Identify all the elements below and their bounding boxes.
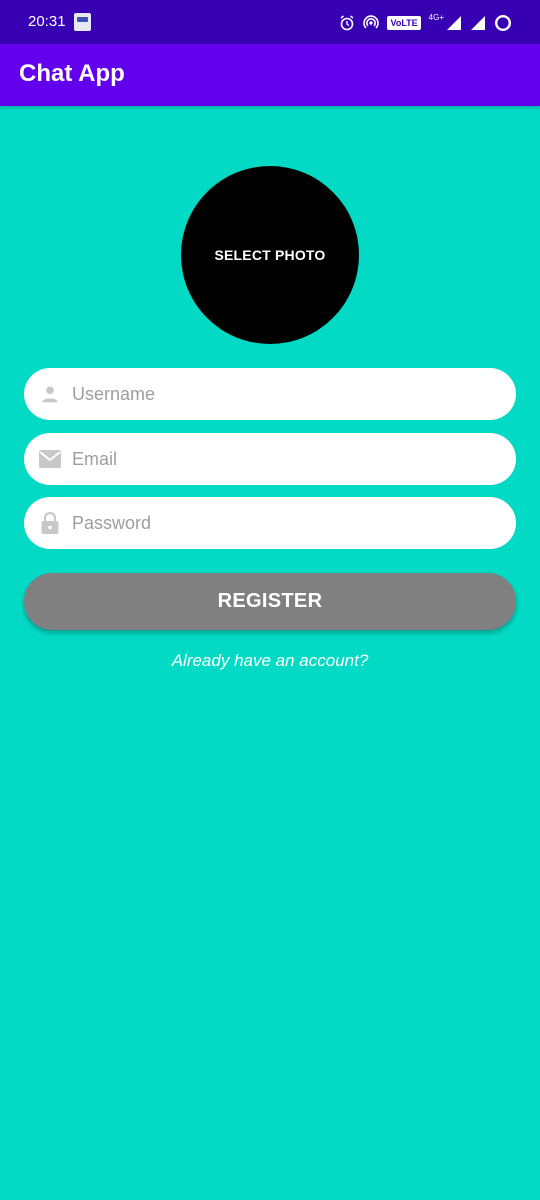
app-title: Chat App bbox=[19, 60, 125, 87]
hotspot-icon bbox=[363, 15, 380, 31]
status-icons: VoLTE 4G+ bbox=[339, 12, 512, 34]
person-icon bbox=[38, 382, 62, 406]
select-photo-label: SELECT PHOTO bbox=[214, 247, 326, 263]
email-input[interactable] bbox=[70, 447, 494, 471]
status-bar: 20:31 VoLTE 4G+ bbox=[0, 0, 540, 44]
notification-app-icon bbox=[74, 13, 91, 31]
signal-icon bbox=[446, 15, 462, 31]
network-type-label: 4G+ bbox=[428, 12, 444, 22]
battery-ring-icon bbox=[494, 14, 512, 32]
app-bar: Chat App bbox=[0, 44, 540, 106]
volte-badge: VoLTE bbox=[387, 16, 421, 30]
username-input[interactable] bbox=[70, 382, 494, 406]
password-field[interactable] bbox=[24, 497, 516, 549]
select-photo-button[interactable]: SELECT PHOTO bbox=[181, 166, 359, 344]
email-field[interactable] bbox=[24, 433, 516, 485]
status-time: 20:31 bbox=[28, 13, 66, 30]
mail-icon bbox=[38, 447, 62, 471]
lock-icon bbox=[38, 511, 62, 535]
alarm-icon bbox=[339, 15, 355, 31]
password-input[interactable] bbox=[70, 511, 494, 535]
register-button[interactable]: REGISTER bbox=[24, 573, 516, 630]
username-field[interactable] bbox=[24, 368, 516, 420]
already-have-account-link[interactable]: Already have an account? bbox=[0, 651, 540, 671]
signal-icon-secondary bbox=[470, 15, 486, 31]
